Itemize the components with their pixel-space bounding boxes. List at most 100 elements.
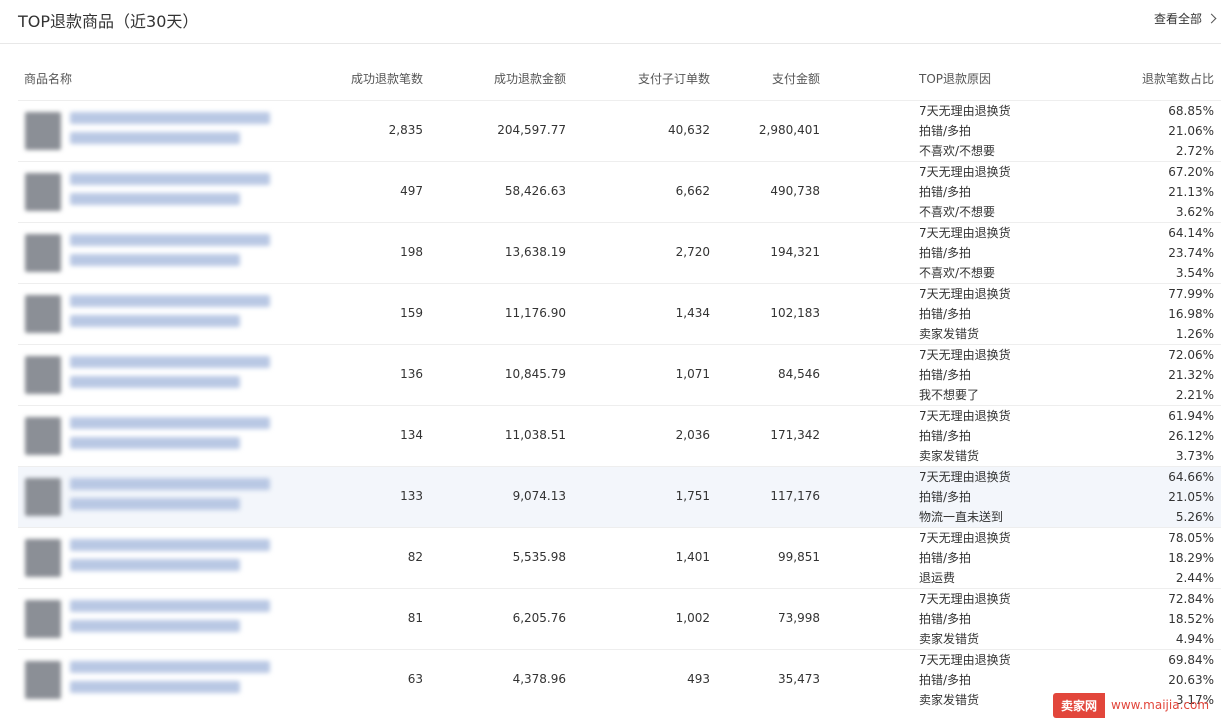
refund-reason-name: 拍错/多拍 bbox=[919, 429, 972, 443]
product-name-link[interactable] bbox=[70, 417, 280, 457]
refund-reason-item: 物流一直未送到 5.26% bbox=[919, 507, 1214, 527]
refund-reason-ratio: 18.29% bbox=[1168, 551, 1214, 565]
refund-count-cell: 133 bbox=[400, 489, 423, 503]
refund-amount-cell: 11,176.90 bbox=[504, 306, 566, 320]
pay-amount-cell: 194,321 bbox=[770, 245, 820, 259]
refund-reason-ratio: 21.05% bbox=[1168, 490, 1214, 504]
table-row[interactable]: 63 4,378.96 493 35,473 7天无理由退换货 69.84% 拍错/多拍 20… bbox=[18, 649, 1221, 710]
refund-reason-item: 拍错/多拍 21.06% bbox=[919, 121, 1214, 141]
table-row[interactable]: 134 11,038.51 2,036 171,342 7天无理由退换货 61.94% 拍错… bbox=[18, 405, 1221, 466]
view-all-label[interactable]: 查看全部 bbox=[1154, 10, 1202, 27]
sub-orders-cell: 2,720 bbox=[675, 245, 710, 259]
refund-count-cell: 63 bbox=[407, 672, 423, 686]
product-name-link[interactable] bbox=[70, 478, 280, 518]
refund-reason-ratio: 5.26% bbox=[1175, 510, 1214, 524]
table-row[interactable]: 497 58,426.63 6,662 490,738 7天无理由退换货 67.20% 拍错… bbox=[18, 161, 1221, 222]
product-thumbnail[interactable] bbox=[25, 295, 61, 333]
product-name-link[interactable] bbox=[70, 661, 280, 701]
refund-count-cell: 159 bbox=[400, 306, 423, 320]
refund-count-cell: 81 bbox=[407, 611, 423, 625]
refund-amount-cell: 6,205.76 bbox=[512, 611, 566, 625]
col-header-refund-amount: 成功退款金额 bbox=[493, 72, 566, 86]
refund-reason-name: 7天无理由退换货 bbox=[919, 104, 1011, 118]
refund-reason-item: 拍错/多拍 18.52% bbox=[919, 609, 1214, 629]
table-row[interactable]: 82 5,535.98 1,401 99,851 7天无理由退换货 78.05% 拍错/多拍… bbox=[18, 527, 1221, 588]
refund-reason-item: 7天无理由退换货 67.20% bbox=[919, 162, 1214, 182]
refund-reason-name: 7天无理由退换货 bbox=[919, 470, 1011, 484]
col-header-refund-count: 成功退款笔数 bbox=[350, 72, 423, 86]
watermark: 卖家网 www.maijia.com bbox=[1053, 690, 1221, 720]
product-thumbnail[interactable] bbox=[25, 539, 61, 577]
table-row[interactable]: 198 13,638.19 2,720 194,321 7天无理由退换货 64.14% 拍错… bbox=[18, 222, 1221, 283]
refund-reason-item: 7天无理由退换货 61.94% bbox=[919, 406, 1214, 426]
sub-orders-cell: 1,002 bbox=[675, 611, 710, 625]
table-row[interactable]: 136 10,845.79 1,071 84,546 7天无理由退换货 72.06% 拍错/… bbox=[18, 344, 1221, 405]
product-thumbnail[interactable] bbox=[25, 417, 61, 455]
table-row[interactable]: 81 6,205.76 1,002 73,998 7天无理由退换货 72.84% 拍错/多拍… bbox=[18, 588, 1221, 649]
table-row[interactable]: 2,835 204,597.77 40,632 2,980,401 7天无理由退换货 68… bbox=[18, 100, 1221, 161]
table-header: 商品名称 成功退款笔数 成功退款金额 支付子订单数 支付金额 TOP退款原因 退… bbox=[0, 44, 1221, 100]
product-thumbnail[interactable] bbox=[25, 234, 61, 272]
refund-reason-name: 拍错/多拍 bbox=[919, 551, 972, 565]
refund-reason-ratio: 3.54% bbox=[1175, 266, 1214, 280]
refund-reason-name: 7天无理由退换货 bbox=[919, 226, 1011, 240]
product-name-link[interactable] bbox=[70, 173, 280, 213]
product-name-link[interactable] bbox=[70, 600, 280, 640]
refund-reason-name: 拍错/多拍 bbox=[919, 673, 972, 687]
refund-count-cell: 134 bbox=[400, 428, 423, 442]
product-thumbnail[interactable] bbox=[25, 173, 61, 211]
product-name-link[interactable] bbox=[70, 112, 280, 152]
view-all-link[interactable]: 查看全部 bbox=[1154, 10, 1217, 27]
refund-reason-name: 卖家发错货 bbox=[919, 449, 980, 463]
refund-reason-name: 拍错/多拍 bbox=[919, 246, 972, 260]
refund-reason-item: 拍错/多拍 18.29% bbox=[919, 548, 1214, 568]
refund-reasons-list: 7天无理由退换货 72.84% 拍错/多拍 18.52% 卖家发错货 4.94% bbox=[919, 589, 1214, 649]
refund-reason-item: 拍错/多拍 21.13% bbox=[919, 182, 1214, 202]
page-title: TOP退款商品（近30天） bbox=[18, 12, 199, 31]
refund-reason-name: 拍错/多拍 bbox=[919, 185, 972, 199]
refund-reason-ratio: 2.21% bbox=[1175, 388, 1214, 402]
refund-reason-ratio: 61.94% bbox=[1168, 409, 1214, 423]
refund-reason-ratio: 20.63% bbox=[1168, 673, 1214, 687]
refund-reason-item: 7天无理由退换货 64.66% bbox=[919, 467, 1214, 487]
refund-reason-ratio: 4.94% bbox=[1175, 632, 1214, 646]
product-thumbnail[interactable] bbox=[25, 112, 61, 150]
table-row[interactable]: 133 9,074.13 1,751 117,176 7天无理由退换货 64.66% 拍错/… bbox=[18, 466, 1221, 527]
product-name-link[interactable] bbox=[70, 539, 280, 579]
refund-reason-item: 7天无理由退换货 72.06% bbox=[919, 345, 1214, 365]
table-row[interactable]: 159 11,176.90 1,434 102,183 7天无理由退换货 77.99% 拍错… bbox=[18, 283, 1221, 344]
product-thumbnail[interactable] bbox=[25, 600, 61, 638]
refund-amount-cell: 58,426.63 bbox=[504, 184, 566, 198]
refund-amount-cell: 9,074.13 bbox=[512, 489, 566, 503]
refund-reason-name: 7天无理由退换货 bbox=[919, 409, 1011, 423]
refund-reason-ratio: 64.14% bbox=[1168, 226, 1214, 240]
refund-reason-ratio: 78.05% bbox=[1168, 531, 1214, 545]
refund-reason-item: 7天无理由退换货 72.84% bbox=[919, 589, 1214, 609]
refund-reason-item: 拍错/多拍 20.63% bbox=[919, 670, 1214, 690]
refund-reason-item: 退运费 2.44% bbox=[919, 568, 1214, 588]
refund-amount-cell: 11,038.51 bbox=[504, 428, 566, 442]
product-thumbnail[interactable] bbox=[25, 661, 61, 699]
sub-orders-cell: 493 bbox=[687, 672, 710, 686]
refund-count-cell: 198 bbox=[400, 245, 423, 259]
refund-reason-name: 我不想要了 bbox=[919, 388, 980, 402]
refund-reason-item: 不喜欢/不想要 3.54% bbox=[919, 263, 1214, 283]
refund-reason-item: 卖家发错货 3.73% bbox=[919, 446, 1214, 466]
refund-reason-item: 我不想要了 2.21% bbox=[919, 385, 1214, 405]
refund-reasons-list: 7天无理由退换货 67.20% 拍错/多拍 21.13% 不喜欢/不想要 3.62% bbox=[919, 162, 1214, 222]
sub-orders-cell: 1,434 bbox=[675, 306, 710, 320]
refund-reason-item: 卖家发错货 1.26% bbox=[919, 324, 1214, 344]
product-thumbnail[interactable] bbox=[25, 478, 61, 516]
product-name-link[interactable] bbox=[70, 234, 280, 274]
refund-reason-item: 7天无理由退换货 68.85% bbox=[919, 101, 1214, 121]
pay-amount-cell: 99,851 bbox=[778, 550, 820, 564]
col-header-ratio: 退款笔数占比 bbox=[1141, 72, 1214, 86]
refund-reason-ratio: 72.84% bbox=[1168, 592, 1214, 606]
product-name-link[interactable] bbox=[70, 295, 280, 335]
sub-orders-cell: 1,071 bbox=[675, 367, 710, 381]
product-thumbnail[interactable] bbox=[25, 356, 61, 394]
refund-reason-name: 物流一直未送到 bbox=[919, 510, 1004, 524]
refund-reason-item: 拍错/多拍 21.32% bbox=[919, 365, 1214, 385]
refund-reason-ratio: 2.44% bbox=[1175, 571, 1214, 585]
product-name-link[interactable] bbox=[70, 356, 280, 396]
